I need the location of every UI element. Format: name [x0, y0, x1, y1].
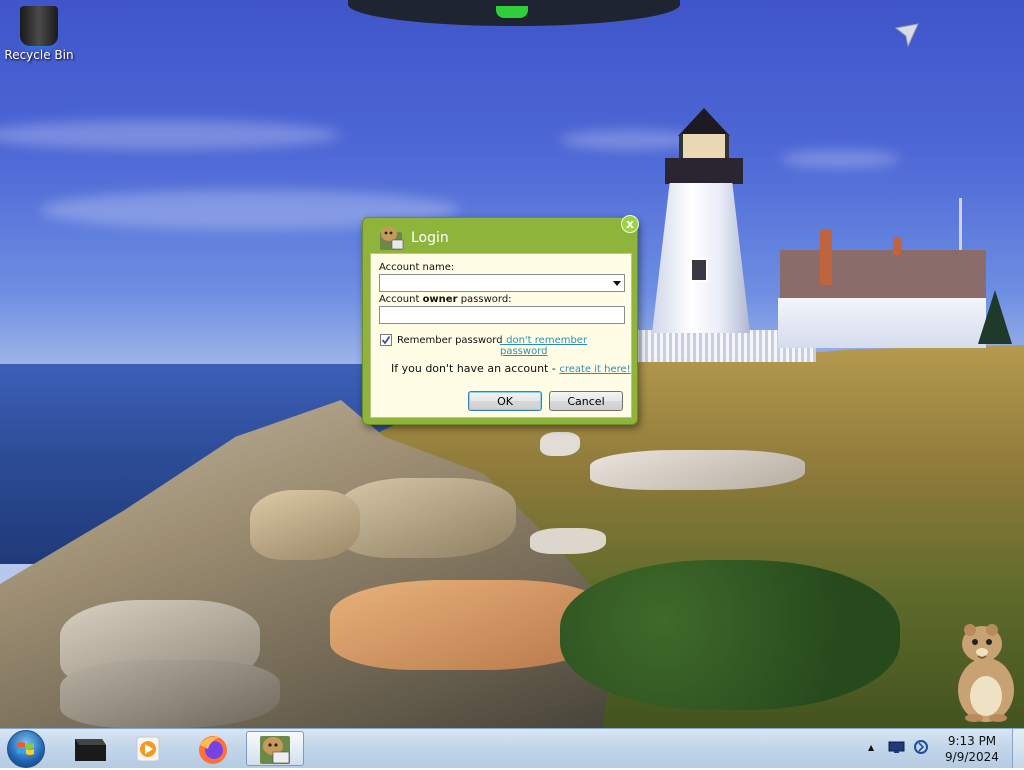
volume-icon[interactable] [913, 739, 929, 755]
dialog-body: Account name: Account owner password: Re… [370, 253, 632, 418]
password-label: Account owner password: [379, 294, 512, 305]
ok-button[interactable]: OK [468, 391, 542, 411]
remember-password-label[interactable]: Remember password [397, 335, 503, 346]
desktop-icon-label: Recycle Bin [4, 48, 74, 62]
taskbar-clock[interactable]: 9:13 PM 9/9/2024 [940, 733, 1004, 765]
taskbar-terminal[interactable] [62, 731, 116, 766]
black-box-icon [75, 739, 106, 761]
show-desktop-button[interactable] [1012, 729, 1024, 768]
flower-bush [560, 560, 900, 710]
send-arrow-icon[interactable] [894, 22, 920, 48]
no-account-row: If you don't have an account - create it… [391, 362, 631, 375]
recycle-bin-icon [20, 6, 58, 46]
media-player-icon [136, 736, 160, 762]
create-account-link[interactable]: create it here! [559, 364, 630, 375]
lighthouse-lantern [679, 134, 729, 160]
rock [540, 432, 580, 456]
gadget-indicator [496, 6, 528, 18]
cancel-button[interactable]: Cancel [549, 391, 623, 411]
system-tray: ▲ [868, 739, 929, 755]
account-name-combobox[interactable] [379, 274, 625, 292]
dialog-title: Login [411, 230, 449, 246]
password-label-bold: owner [422, 294, 458, 305]
login-dialog: Login x Account name: Account owner pass… [362, 215, 639, 425]
password-label-prefix: Account [379, 294, 423, 305]
windows-orb-icon [17, 742, 34, 755]
start-button[interactable] [7, 730, 45, 768]
rock [250, 490, 360, 560]
cloud [0, 120, 340, 150]
cloud [780, 150, 900, 168]
lighthouse-gallery [665, 158, 743, 184]
lighthouse-window [690, 258, 708, 282]
desktop-icon-recycle-bin[interactable]: Recycle Bin [4, 4, 74, 62]
rock [336, 478, 516, 558]
firefox-icon [199, 736, 227, 764]
chevron-down-icon[interactable] [612, 278, 622, 288]
chimney [893, 237, 901, 255]
house-roof [780, 250, 986, 304]
close-icon[interactable]: x [621, 215, 639, 233]
network-icon[interactable] [888, 740, 906, 754]
house [778, 298, 986, 348]
password-label-suffix: password: [457, 294, 512, 305]
rock [60, 660, 280, 728]
clock-time: 9:13 PM [947, 734, 997, 748]
hamster-app-icon [380, 227, 404, 250]
rock [590, 450, 805, 490]
forgot-password-link[interactable]: I don't remember password [500, 335, 631, 357]
account-name-label: Account name: [379, 262, 455, 273]
taskbar: ▲ 9:13 PM 9/9/2024 [0, 728, 1024, 768]
chimney [820, 230, 832, 285]
hamster-mascot[interactable] [948, 620, 1020, 724]
clock-date: 9/9/2024 [945, 750, 999, 764]
lighthouse-roof [678, 108, 730, 136]
rock [530, 528, 606, 554]
remember-password-checkbox[interactable] [380, 334, 392, 346]
checkmark-icon [381, 336, 391, 345]
no-account-text: If you don't have an account - [391, 362, 560, 375]
hamster-box-icon [260, 736, 290, 764]
taskbar-media-player[interactable] [121, 731, 175, 766]
taskbar-firefox[interactable] [186, 731, 240, 766]
password-field[interactable] [379, 306, 625, 324]
show-hidden-icons-button[interactable]: ▲ [868, 743, 874, 752]
taskbar-hamster-app[interactable] [246, 731, 304, 766]
